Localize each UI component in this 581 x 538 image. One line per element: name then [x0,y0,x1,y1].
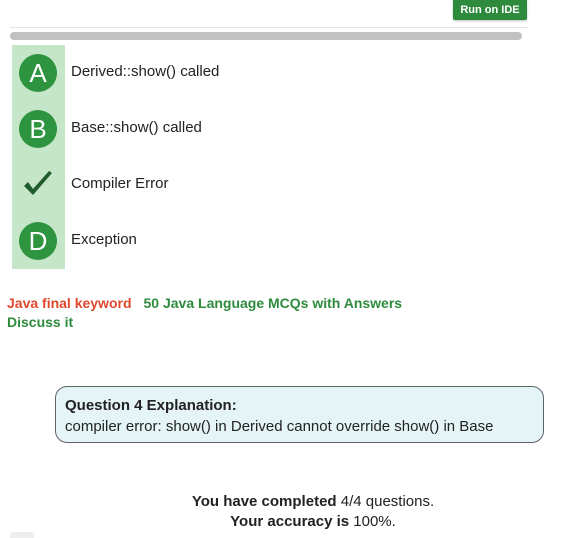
discuss-link[interactable]: Discuss it [7,313,402,332]
option-b-badge: B [19,110,57,148]
option-b[interactable]: B [17,108,57,150]
accuracy-label: Your accuracy is [230,513,350,530]
scrollbar-thumb[interactable] [10,32,522,40]
tag-java-final-keyword[interactable]: Java final keyword [7,295,132,311]
option-a-badge: A [19,54,57,92]
checkmark-icon [17,166,59,204]
code-scrollbar[interactable] [10,32,522,40]
option-a[interactable]: A [17,52,57,94]
option-d-label[interactable]: Exception [71,231,137,248]
completion-label: You have completed [191,493,337,510]
option-d-badge: D [19,222,57,260]
option-c-label[interactable]: Compiler Error [71,175,169,192]
divider [10,27,528,28]
tag-links: Java final keyword 50 Java Language MCQs … [7,294,402,332]
option-a-label[interactable]: Derived::show() called [71,63,219,80]
completion-summary: You have completed 4/4 questions. Your a… [0,492,581,532]
explanation-title: Question 4 Explanation: [65,397,237,414]
accuracy-value: 100%. [353,513,396,530]
explanation-text: compiler error: show() in Derived cannot… [65,418,494,435]
quiz-page: Run on IDE A Derived::show() called B Ba… [0,0,581,538]
option-c[interactable] [17,164,59,206]
completion-count: 4/4 [340,493,362,510]
corner-element [10,532,34,538]
tag-java-mcqs[interactable]: 50 Java Language MCQs with Answers [144,295,403,311]
explanation-box: Question 4 Explanation: compiler error: … [55,386,544,443]
option-d[interactable]: D [17,220,57,262]
completion-suffix: questions. [365,493,435,510]
run-on-ide-button[interactable]: Run on IDE [453,0,527,20]
option-b-label[interactable]: Base::show() called [71,119,202,136]
